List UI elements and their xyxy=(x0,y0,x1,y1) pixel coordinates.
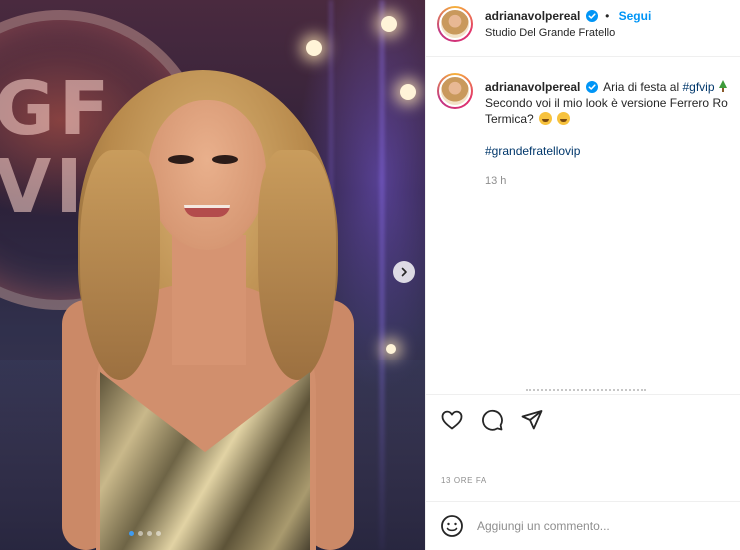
avatar[interactable] xyxy=(437,73,473,109)
stage-light xyxy=(381,16,397,32)
caption-hashtag-line: #grandefratellovip xyxy=(485,144,580,158)
carousel-indicator xyxy=(129,531,161,536)
smiley-face-icon[interactable] xyxy=(440,514,464,538)
carousel-next-button[interactable] xyxy=(393,261,415,283)
person-eye xyxy=(212,155,238,164)
avatar[interactable] xyxy=(437,6,473,42)
post-photo[interactable]: GF VIP xyxy=(0,0,425,550)
follow-button[interactable]: Segui xyxy=(619,9,652,23)
divider xyxy=(426,394,740,395)
caption-text: adrianavolpereal Aria di festa al #gfvip… xyxy=(485,79,740,127)
divider xyxy=(426,56,740,57)
carousel-dot xyxy=(138,531,143,536)
caption-timestamp[interactable]: 13 h xyxy=(485,175,506,187)
caption-line: Termica? xyxy=(485,112,534,126)
comment-composer xyxy=(426,502,740,550)
hashtag-link[interactable]: #grandefratellovip xyxy=(485,144,580,158)
laughing-emoji xyxy=(539,112,553,125)
person-hair-lock xyxy=(80,150,160,380)
paper-plane-icon[interactable] xyxy=(520,408,544,432)
person-eye xyxy=(168,155,194,164)
location-link[interactable]: Studio Del Grande Fratello xyxy=(485,27,615,39)
scroll-indicator xyxy=(526,389,646,391)
caption-line: Secondo voi il mio look è versione Ferre… xyxy=(485,96,728,110)
person-face xyxy=(148,100,266,250)
post-sidebar: adrianavolpereal • Segui Studio Del Gran… xyxy=(425,0,740,550)
stage-light xyxy=(306,40,322,56)
person-mouth xyxy=(184,205,230,217)
caption-username-link[interactable]: adrianavolpereal xyxy=(485,80,580,94)
verified-badge-icon xyxy=(585,81,598,93)
verified-badge-icon xyxy=(585,10,598,22)
post-timestamp[interactable]: 13 ORE FA xyxy=(441,476,487,485)
chevron-right-icon xyxy=(401,267,407,277)
carousel-dot xyxy=(156,531,161,536)
carousel-dot xyxy=(147,531,152,536)
caption-body: Aria di festa al xyxy=(603,80,680,94)
action-bar xyxy=(440,408,544,432)
heart-icon[interactable] xyxy=(440,408,464,432)
hashtag-link[interactable]: #gfvip xyxy=(682,80,714,94)
instagram-post: GF VIP adrianavolpereal • Segui Studio D… xyxy=(0,0,740,550)
comment-bubble-icon[interactable] xyxy=(480,408,504,432)
stage-light xyxy=(386,344,396,354)
person-neck xyxy=(172,235,246,365)
person-hair-lock xyxy=(258,150,336,380)
laughing-emoji xyxy=(557,112,571,125)
comment-input[interactable] xyxy=(477,519,717,533)
stage-light xyxy=(400,84,416,100)
header-row: adrianavolpereal • Segui xyxy=(485,9,651,23)
christmas-tree-emoji xyxy=(718,80,727,92)
username-link[interactable]: adrianavolpereal xyxy=(485,9,580,23)
separator-dot: • xyxy=(605,9,610,23)
carousel-dot xyxy=(129,531,134,536)
